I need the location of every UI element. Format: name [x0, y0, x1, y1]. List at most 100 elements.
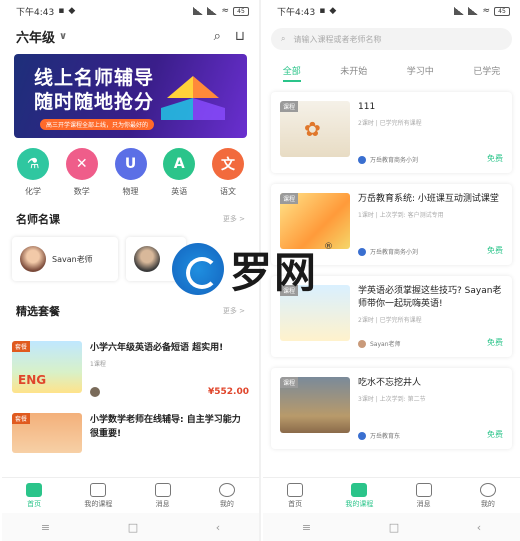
- tab-label: 我的课程: [345, 499, 374, 508]
- message-icon: [154, 482, 171, 497]
- brand-logo-icon: [172, 243, 224, 295]
- system-nav-bar: ≡ □ ‹: [2, 513, 259, 541]
- status-time: 下午4:43: [277, 7, 316, 18]
- course-tag: 课程: [280, 101, 299, 112]
- section-title: 精选套餐: [16, 305, 60, 318]
- message-icon: [415, 482, 432, 497]
- course-item[interactable]: 课程 ✿ 111 2课时 | 已学完所有课程 万岳教育商务小刘 免费: [271, 92, 512, 173]
- category-label: 数学: [73, 187, 90, 196]
- course-price: 免费: [487, 246, 503, 255]
- tab-label: 我的课程: [84, 499, 113, 508]
- banner-title-line2: 随时随地抢分: [34, 91, 155, 113]
- english-icon: A: [163, 148, 196, 180]
- course-org: 万岳教育东: [370, 433, 401, 440]
- signal-icon: [454, 7, 465, 15]
- category-chinese[interactable]: 文 语文: [210, 148, 246, 197]
- wifi-icon: ≈: [482, 6, 490, 16]
- filter-completed[interactable]: 已学完: [473, 64, 500, 82]
- flask-icon: ⚗: [17, 148, 49, 180]
- status-time: 下午4:43: [16, 7, 55, 18]
- course-item[interactable]: 课程 吃水不忘挖井人 3课时 | 上次学到: 第二节 万岳教育东 免费: [271, 368, 512, 449]
- course-org: Sayan老师: [370, 341, 401, 348]
- more-link[interactable]: 更多 >: [223, 214, 245, 224]
- category-label: 化学: [25, 187, 41, 196]
- category-english[interactable]: A 英语: [161, 148, 197, 197]
- math-icon: ✕: [65, 148, 98, 180]
- course-meta: 1课时 | 上次学到: 客户测试专用: [358, 212, 444, 219]
- category-math[interactable]: ✕ 数学: [64, 148, 100, 197]
- course-org: 万岳教育商务小刘: [370, 249, 419, 256]
- home-square-icon[interactable]: □: [128, 521, 138, 534]
- battery-icon: 45: [233, 6, 249, 16]
- course-title: 万岳教育系统: 小班课互动测试课堂: [358, 194, 499, 204]
- famous-section-header: 名师名课 更多 >: [2, 211, 259, 227]
- org-logo-icon: [358, 155, 366, 164]
- magnet-icon: U: [114, 148, 147, 180]
- filter-tabs: 全部 未开始 学习中 已学完: [263, 64, 520, 82]
- org-logo-icon: [358, 247, 366, 256]
- signal-icon: [193, 7, 204, 15]
- category-label: 物理: [122, 187, 139, 196]
- category-row: ⚗ 化学 ✕ 数学 U 物理 A 英语 文 语文: [2, 148, 259, 197]
- tab-messages[interactable]: 消息: [399, 482, 449, 509]
- course-meta: 2课时 | 已学完所有课程: [358, 317, 422, 324]
- teacher-card[interactable]: Savan老师: [12, 237, 118, 281]
- package-meta: 1课程: [90, 361, 106, 368]
- search-input[interactable]: ⌕ 请输入课程或者老师名称: [271, 28, 512, 50]
- banner-title-line1: 线上名师辅导: [34, 67, 155, 89]
- category-physics[interactable]: U 物理: [113, 148, 149, 197]
- promo-banner[interactable]: 线上名师辅导 随时随地抢分 高三开学课程全部上线，只为你最好的: [14, 54, 247, 138]
- tab-profile[interactable]: 我的: [463, 482, 513, 509]
- package-title: 小学六年级英语必备短语 超实用!: [90, 343, 224, 353]
- teacher-mini-avatar: [90, 387, 100, 397]
- back-icon[interactable]: ‹: [477, 521, 481, 534]
- more-link[interactable]: 更多 >: [223, 306, 245, 316]
- tab-label: 消息: [416, 499, 431, 508]
- tab-label: 首页: [288, 499, 303, 508]
- bottom-tab-bar: 首页 我的课程 消息 我的: [263, 477, 520, 513]
- english-art-icon: ENG: [18, 373, 47, 387]
- watermark-logo: 罗网 ®: [172, 238, 348, 300]
- search-icon: ⌕: [281, 34, 286, 43]
- filter-in-progress[interactable]: 学习中: [407, 64, 434, 82]
- back-icon[interactable]: ‹: [216, 521, 220, 534]
- tab-label: 消息: [155, 499, 170, 508]
- watermark-text: 罗网: [230, 247, 319, 297]
- cart-icon[interactable]: ⊔: [235, 29, 245, 44]
- status-bar: 下午4:43 ▪ ◆ ≈ 45: [2, 0, 259, 22]
- tab-profile[interactable]: 我的: [202, 482, 252, 509]
- grade-selector[interactable]: 六年级 ∨: [16, 27, 67, 46]
- home-square-icon[interactable]: □: [389, 521, 399, 534]
- course-price: 免费: [487, 430, 503, 439]
- system-nav-bar: ≡ □ ‹: [263, 513, 520, 541]
- package-thumbnail: 套餐 ENG: [12, 341, 82, 393]
- courses-icon: [90, 482, 107, 497]
- avatar: [134, 246, 160, 272]
- filter-all[interactable]: 全部: [282, 64, 301, 82]
- bottom-tab-bar: 首页 我的课程 消息 我的: [2, 477, 259, 513]
- tab-home[interactable]: 首页: [9, 482, 59, 509]
- search-placeholder: 请输入课程或者老师名称: [293, 34, 382, 44]
- message-icon: ▪: [319, 6, 326, 16]
- org-logo-icon: [358, 431, 366, 440]
- course-tag: 课程: [280, 377, 299, 388]
- chinese-icon: 文: [212, 148, 244, 180]
- menu-icon[interactable]: ≡: [302, 521, 311, 534]
- wifi-icon: ≈: [221, 6, 229, 16]
- course-meta: 3课时 | 上次学到: 第二节: [358, 396, 426, 403]
- registered-mark: ®: [324, 242, 334, 252]
- battery-icon: 45: [494, 6, 510, 16]
- status-bar: 下午4:43 ▪ ◆ ≈ 45: [263, 0, 520, 22]
- tab-messages[interactable]: 消息: [138, 482, 188, 509]
- tab-my-courses[interactable]: 我的课程: [73, 482, 123, 509]
- tab-my-courses[interactable]: 我的课程: [334, 482, 384, 509]
- package-item[interactable]: 套餐 ENG 小学六年级英语必备短语 超实用! 1课程 ¥552.00: [2, 341, 259, 397]
- category-chemistry[interactable]: ⚗ 化学: [15, 148, 51, 197]
- search-icon[interactable]: ⌕: [214, 29, 221, 44]
- course-price: 免费: [487, 338, 503, 347]
- package-item[interactable]: 套餐 小学数学老师在线辅导: 自主学习能力很重要!: [2, 413, 259, 453]
- package-thumbnail: 套餐: [12, 413, 82, 453]
- menu-icon[interactable]: ≡: [41, 521, 50, 534]
- tab-home[interactable]: 首页: [270, 482, 320, 509]
- filter-not-started[interactable]: 未开始: [340, 64, 367, 82]
